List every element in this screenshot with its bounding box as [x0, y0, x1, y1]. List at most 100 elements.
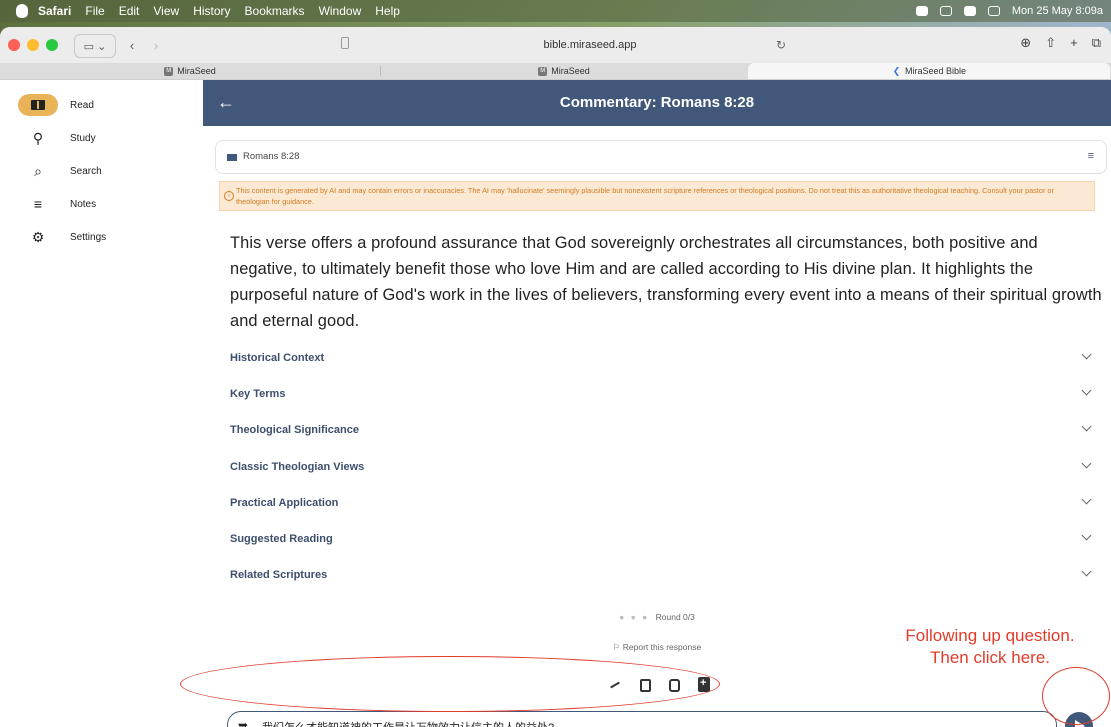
browser-toolbar: ▭ ⌄ ‹ › bible.miraseed.app ↻ ⊕ ⇧ + ⧉	[0, 27, 1111, 63]
menu-bookmarks[interactable]: Bookmarks	[245, 4, 305, 18]
miraseed-favicon: M	[164, 66, 174, 76]
annotation-text: Following up question. Then click here.	[870, 625, 1110, 669]
annotation-ellipse	[180, 656, 720, 712]
sidebar-item-label: Study	[70, 132, 96, 144]
tab-label: MiraSeed Bible	[904, 66, 967, 76]
menu-window[interactable]: Window	[319, 4, 362, 18]
sidebar-item-read[interactable]: Read	[18, 92, 94, 118]
sidebar-item-label: Search	[70, 165, 102, 177]
ai-warning-banner: i This content is generated by AI and ma…	[219, 181, 1095, 211]
tab-overview-icon[interactable]: ⧉	[1092, 35, 1101, 55]
menu-edit[interactable]: Edit	[119, 4, 140, 18]
tab-label: MiraSeed	[177, 66, 216, 76]
minimize-window-button[interactable]	[27, 39, 39, 51]
miraseed-favicon: M	[538, 66, 548, 76]
sidebar-item-notes[interactable]: ≡ Notes	[18, 191, 96, 217]
book-icon	[227, 154, 237, 161]
section-suggested-reading[interactable]: Suggested Reading	[230, 529, 1092, 549]
search-icon: ⌕	[34, 163, 42, 179]
apple-icon[interactable]	[16, 4, 28, 18]
tab-label: MiraSeed	[551, 66, 590, 76]
privacy-icon[interactable]	[341, 37, 349, 49]
reference-label: Romans 8:28	[243, 151, 300, 162]
reference-card[interactable]: Romans 8:28 ≡	[215, 140, 1107, 174]
tab-miraseed-bible[interactable]: ❮ MiraSeed Bible	[748, 63, 1110, 79]
book-icon	[18, 94, 58, 116]
browser-right-tools: ⊕ ⇧ + ⧉	[1020, 35, 1101, 55]
sidebar-item-study[interactable]: ⚲ Study	[18, 125, 96, 151]
follow-up-input-value: 我们怎么才能知道神的工作是让万物效力让信主的人的益处?	[262, 719, 554, 727]
progress-dots: ● ● ●	[619, 612, 650, 622]
section-title: Practical Application	[230, 497, 339, 509]
annotation-line-2: Then click here.	[930, 648, 1050, 667]
menu-file[interactable]: File	[85, 4, 104, 18]
section-key-terms[interactable]: Key Terms	[230, 384, 1092, 404]
sidebar-item-label: Notes	[70, 198, 97, 210]
input-icon[interactable]	[939, 6, 952, 16]
chevron-down-icon	[1081, 385, 1092, 396]
lightbulb-icon: ⚲	[32, 130, 44, 146]
section-classic-theologian-views[interactable]: Classic Theologian Views	[230, 457, 1092, 477]
commentary-header: ← Commentary: Romans 8:28	[203, 80, 1111, 126]
battery-icon[interactable]	[963, 6, 976, 16]
menu-app[interactable]: Safari	[38, 4, 71, 18]
annotation-circle	[1042, 667, 1110, 725]
annotation-line-1: Following up question.	[905, 626, 1075, 645]
menu-help[interactable]: Help	[375, 4, 400, 18]
gear-icon: ⚙	[31, 229, 45, 245]
tab-bar: M MiraSeed M MiraSeed ❮ MiraSeed Bible	[0, 63, 1111, 80]
section-historical-context[interactable]: Historical Context	[230, 348, 1092, 368]
mac-menubar: Safari File Edit View History Bookmarks …	[0, 0, 1111, 542]
chevron-down-icon	[1081, 566, 1092, 577]
edit-reference-icon[interactable]: ≡	[1088, 150, 1094, 162]
menu-history[interactable]: History	[193, 4, 230, 18]
flag-icon: ⚐	[612, 642, 623, 652]
address-bar[interactable]: bible.miraseed.app	[380, 35, 800, 55]
tab-miraseed-2[interactable]: M MiraSeed	[382, 63, 746, 79]
chevron-down-icon	[1081, 421, 1092, 432]
sidebar-item-label: Read	[70, 99, 94, 111]
control-center-icon[interactable]	[987, 6, 1000, 16]
warning-text: This content is generated by AI and may …	[236, 186, 1054, 206]
section-theological-significance[interactable]: Theological Significance	[230, 420, 1092, 440]
sidebar-item-settings[interactable]: ⚙ Settings	[18, 224, 106, 250]
round-label: Round 0/3	[655, 612, 695, 622]
sidebar-item-label: Settings	[70, 231, 107, 243]
sidebar-toggle-button[interactable]: ▭ ⌄	[74, 34, 116, 58]
zoom-window-button[interactable]	[46, 39, 58, 51]
section-title: Related Scriptures	[230, 569, 328, 581]
follow-up-input[interactable]: ➥ 我们怎么才能知道神的工作是让万物效力让信主的人的益处?	[227, 711, 1057, 727]
browser-forward-button[interactable]: ›	[146, 34, 166, 56]
tab-divider	[380, 66, 381, 76]
reply-icon: ➥	[238, 718, 249, 727]
section-practical-application[interactable]: Practical Application	[230, 493, 1092, 513]
section-title: Suggested Reading	[230, 533, 333, 545]
flutter-favicon: ❮	[892, 65, 901, 76]
section-title: Classic Theologian Views	[230, 461, 365, 473]
chevron-down-icon	[1081, 458, 1092, 469]
tab-miraseed-1[interactable]: M MiraSeed	[0, 63, 380, 79]
page-title: Commentary: Romans 8:28	[559, 94, 755, 111]
browser-back-button[interactable]: ‹	[122, 34, 142, 56]
section-related-scriptures[interactable]: Related Scriptures	[230, 565, 1092, 585]
downloads-icon[interactable]: ⊕	[1020, 35, 1031, 55]
share-icon[interactable]: ⇧	[1045, 35, 1056, 55]
chevron-down-icon	[1081, 349, 1092, 360]
round-indicator: ● ● ● Round 0/3	[203, 612, 1111, 622]
cloud-icon[interactable]	[915, 6, 928, 16]
close-window-button[interactable]	[8, 39, 20, 51]
info-icon: i	[224, 191, 234, 201]
reload-icon[interactable]: ↻	[774, 35, 788, 55]
sidebar-item-search[interactable]: ⌕ Search	[18, 158, 102, 184]
section-title: Key Terms	[230, 388, 286, 400]
chevron-down-icon	[1081, 530, 1092, 541]
new-tab-icon[interactable]: +	[1070, 35, 1078, 55]
safari-window: ▭ ⌄ ‹ › bible.miraseed.app ↻ ⊕ ⇧ + ⧉ M M…	[0, 27, 1111, 727]
menubar-clock[interactable]: Mon 25 May 8:09a	[1012, 5, 1103, 17]
status-area: Mon 25 May 8:09a	[915, 0, 1103, 542]
report-label: Report this response	[622, 642, 702, 652]
menu-view[interactable]: View	[153, 4, 179, 18]
commentary-summary: This verse offers a profound assurance t…	[230, 234, 1102, 330]
section-title: Historical Context	[230, 352, 325, 364]
section-title: Theological Significance	[230, 424, 359, 436]
